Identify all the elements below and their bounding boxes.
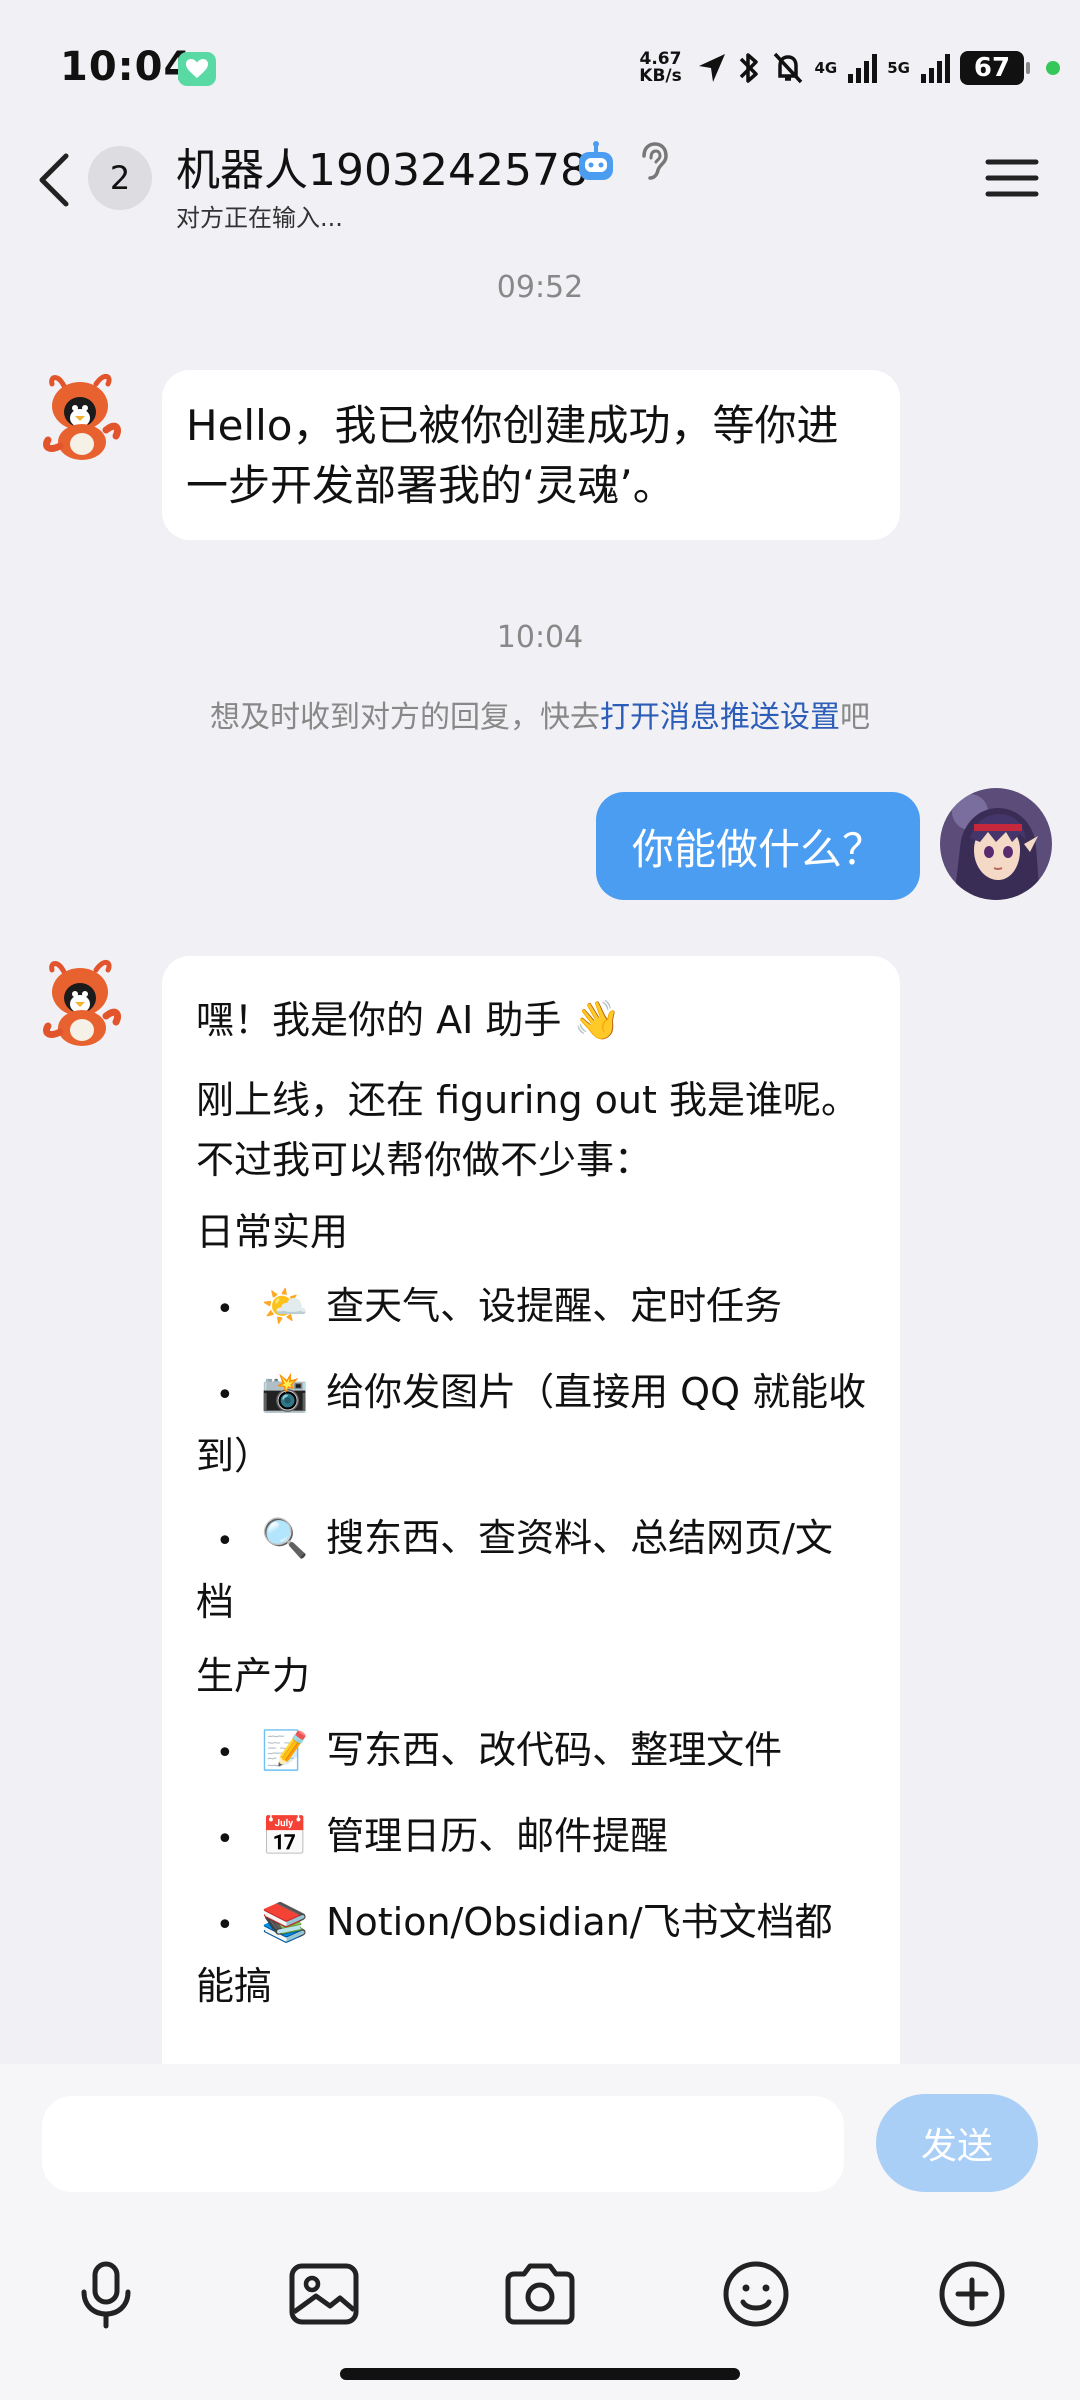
bot-mascot-avatar-icon [43,960,121,1046]
memo-emoji-icon: 📝 [261,1728,309,1772]
notice-text-suffix: 吧 [840,700,870,735]
user-avatar[interactable] [940,788,1052,900]
magnifier-emoji-icon: 🔍 [261,1516,309,1560]
camera-icon[interactable] [500,2254,580,2334]
image-icon[interactable] [284,2254,364,2334]
battery-indicator: 67 [960,51,1030,85]
push-notification-notice: 想及时收到对方的回复，快去打开消息推送设置吧 [0,692,1080,736]
list-item-text: 写东西、改代码、整理文件 [326,1728,783,1772]
message-timestamp: 09:52 [496,270,584,305]
home-indicator[interactable] [340,2368,740,2380]
microphone-icon[interactable] [66,2254,146,2334]
status-bar: 10:04 4.67 KB/s 4G 5G 67 [0,0,1080,140]
unread-count-badge[interactable]: 2 [88,146,152,210]
bot-intro-line: 嘿！我是你的 AI 助手 👋 [196,998,621,1042]
bot-message-bubble[interactable]: Hello，我已被你创建成功，等你进一步开发部署我的‘灵魂’。 [162,370,900,540]
bluetooth-icon [739,53,758,83]
signal-label-1: 4G [814,59,838,77]
plus-icon[interactable] [932,2254,1012,2334]
books-emoji-icon: 📚 [261,1900,309,1944]
list-item-text: 查天气、设提醒、定时任务 [326,1284,783,1328]
list-item: • 📚 Notion/Obsidian/飞书文档都能搞 [196,1892,868,2016]
app-notification-icon [178,52,216,86]
open-push-settings-link[interactable]: 打开消息推送设置 [600,700,840,735]
list-item: • 📝 写东西、改代码、整理文件 [196,1720,868,1784]
privacy-indicator-dot [1046,61,1060,75]
list-item: • 🔍 搜东西、查资料、总结网页/文档 [196,1508,868,1632]
user-anime-avatar-icon [940,788,1052,900]
bot-avatar[interactable] [36,366,136,466]
network-speed: 4.67 KB/s [639,49,682,86]
chat-title[interactable]: 机器人1903242578 [176,134,588,198]
message-timestamp: 10:04 [496,620,584,655]
signal-bars-icon [848,54,878,83]
chevron-left-icon [39,153,69,207]
hamburger-menu-icon [985,159,1039,197]
signal-label-2: 5G [887,59,910,77]
bot-intro-paragraph: 刚上线，还在 figuring out 我是谁呢。不过我可以帮你做不少事： [196,1078,859,1182]
user-message-bubble[interactable]: 你能做什么？ [596,792,920,900]
ear-icon[interactable] [636,140,672,184]
chat-header: 2 机器人1903242578 对方正在输入... [0,120,1080,240]
bot-mascot-avatar-icon [43,374,121,460]
calendar-emoji-icon: 📅 [261,1814,309,1858]
list-item: • 📸 给你发图片（直接用 QQ 就能收到） [196,1362,868,1486]
camera-emoji-icon: 📸 [261,1370,309,1414]
back-button[interactable] [30,150,80,210]
list-item: • 🌤️ 查天气、设提醒、定时任务 [196,1276,868,1340]
emoji-icon[interactable] [716,2254,796,2334]
status-time: 10:04 [60,44,193,90]
section-heading-productivity: 生产力 [196,1654,311,1698]
message-input[interactable] [42,2096,844,2192]
list-item: • 📅 管理日历、邮件提醒 [196,1806,868,1870]
typing-status: 对方正在输入... [176,204,343,232]
message-input-bar: 发送 [0,2064,1080,2400]
notice-text-prefix: 想及时收到对方的回复，快去 [210,700,600,735]
signal-bars-icon-2 [921,54,950,83]
list-item-text: 管理日历、邮件提醒 [326,1814,669,1858]
weather-emoji-icon: 🌤️ [261,1284,309,1328]
bot-message-bubble-long[interactable]: 嘿！我是你的 AI 助手 👋 刚上线，还在 figuring out 我是谁呢。… [162,956,900,2106]
bot-avatar[interactable] [36,952,136,1052]
mute-bell-icon [773,52,802,84]
robot-icon [579,141,613,180]
send-button[interactable]: 发送 [876,2094,1038,2192]
section-heading-daily: 日常实用 [196,1210,349,1254]
location-icon [698,54,725,82]
status-icons: 4.67 KB/s 4G 5G 67 [635,46,1060,90]
menu-button[interactable] [984,150,1040,206]
